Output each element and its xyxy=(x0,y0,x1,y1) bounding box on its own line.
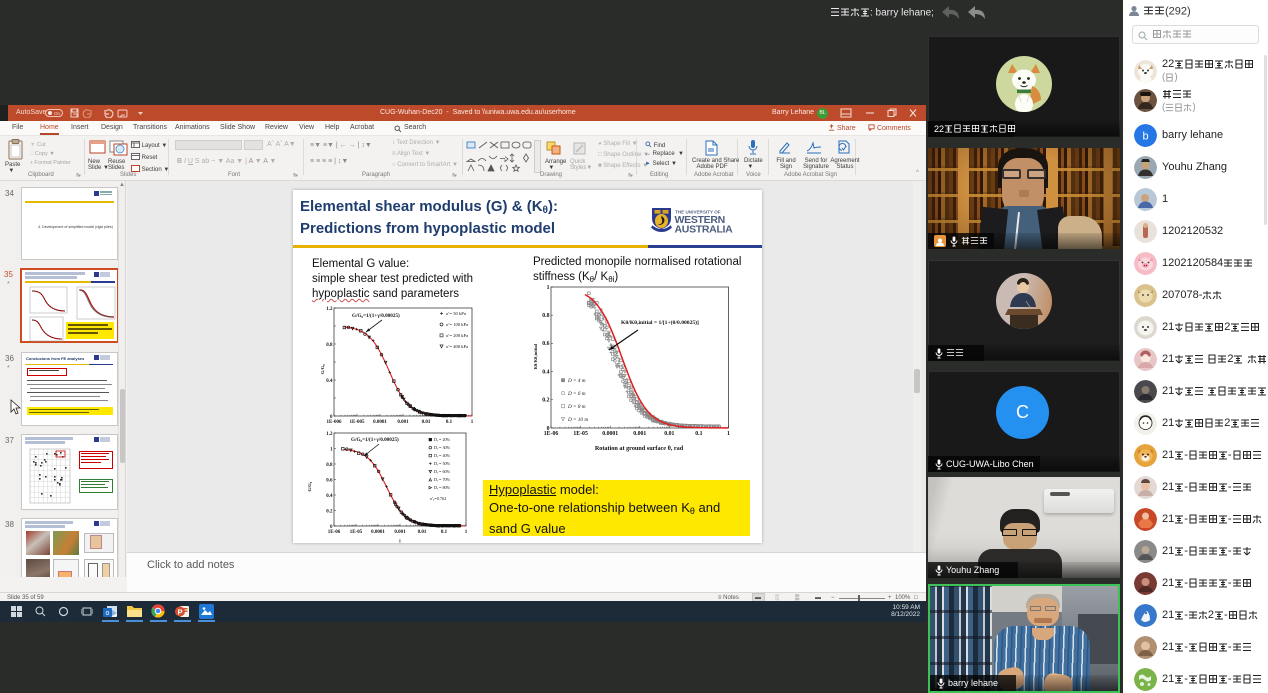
svg-text:Dᵣ = 20%: Dᵣ = 20% xyxy=(434,437,451,442)
svg-text:0.001: 0.001 xyxy=(394,530,406,535)
svg-text:0.8: 0.8 xyxy=(542,313,549,319)
svg-text:0.1: 0.1 xyxy=(446,420,453,425)
svg-text:D = 8 m: D = 8 m xyxy=(567,404,586,410)
svg-text:σ′= 400 kPa: σ′= 400 kPa xyxy=(446,344,468,349)
svg-text:G/G₀: G/G₀ xyxy=(320,364,325,374)
svg-text:0.4: 0.4 xyxy=(326,379,333,384)
svg-text:Dᵣ = 40%: Dᵣ = 40% xyxy=(434,453,451,458)
svg-text:1E-05: 1E-05 xyxy=(573,431,588,437)
svg-text:0.0001: 0.0001 xyxy=(602,431,618,437)
svg-text:0.4: 0.4 xyxy=(542,369,549,375)
svg-text:1: 1 xyxy=(547,285,550,291)
svg-text:0.001: 0.001 xyxy=(633,431,646,437)
svg-text:Dᵣ = 60%: Dᵣ = 60% xyxy=(434,469,451,474)
svg-text:Dᵣ = 70%: Dᵣ = 70% xyxy=(434,477,451,482)
svg-text:D = 4 m: D = 4 m xyxy=(567,377,586,384)
svg-text:0.2: 0.2 xyxy=(542,398,549,404)
svg-text:P: P xyxy=(177,607,182,616)
svg-text:1: 1 xyxy=(330,447,333,452)
svg-text:1E-05: 1E-05 xyxy=(350,530,363,535)
svg-text:0.1: 0.1 xyxy=(441,530,448,535)
svg-text:1E-06: 1E-06 xyxy=(544,431,559,437)
svg-text:σ′ₓ=0.762: σ′ₓ=0.762 xyxy=(430,496,446,501)
svg-text:1E-06: 1E-06 xyxy=(328,530,341,535)
svg-text:σ′= 50 kPa: σ′= 50 kPa xyxy=(446,311,466,316)
svg-text:G/G₀=1/(1+γ/0.00025): G/G₀=1/(1+γ/0.00025) xyxy=(351,436,399,443)
svg-text:1E-005: 1E-005 xyxy=(350,420,366,425)
svg-text:0.0001: 0.0001 xyxy=(371,530,385,535)
svg-text:0.0001: 0.0001 xyxy=(373,420,387,425)
svg-text:b: b xyxy=(1142,130,1148,142)
svg-text:0.6: 0.6 xyxy=(326,478,333,483)
svg-text:D = 10 m: D = 10 m xyxy=(567,417,588,423)
svg-text:σ′= 100 kPa: σ′= 100 kPa xyxy=(446,322,468,327)
svg-text:G/G₀=1/(1+γ/0.00025): G/G₀=1/(1+γ/0.00025) xyxy=(352,312,400,319)
svg-text:0.2: 0.2 xyxy=(326,509,333,514)
svg-text:D = 6 m: D = 6 m xyxy=(567,391,586,397)
svg-text:0.01: 0.01 xyxy=(418,530,427,535)
svg-text:Rotation at ground surface θ,: Rotation at ground surface θ, rad xyxy=(595,445,684,452)
svg-text:1: 1 xyxy=(471,420,474,425)
svg-text:1E-006: 1E-006 xyxy=(327,420,343,425)
svg-text:0.001: 0.001 xyxy=(397,420,409,425)
svg-text:G/G₀: G/G₀ xyxy=(307,481,312,491)
svg-text:0.01: 0.01 xyxy=(664,431,674,437)
svg-text:Dᵣ = 30%: Dᵣ = 30% xyxy=(434,445,451,450)
svg-text:σ′= 200 kPa: σ′= 200 kPa xyxy=(446,333,468,338)
svg-text:1.2: 1.2 xyxy=(326,307,333,312)
svg-text:Kθ/Kθ,initial: Kθ/Kθ,initial xyxy=(533,343,538,369)
svg-text:0.8: 0.8 xyxy=(326,463,333,468)
svg-text:1: 1 xyxy=(727,431,730,437)
svg-text:1.2: 1.2 xyxy=(326,432,333,437)
svg-text:γ: γ xyxy=(399,539,402,544)
svg-text:Dᵣ = 80%: Dᵣ = 80% xyxy=(434,485,451,490)
svg-text:0.6: 0.6 xyxy=(542,341,549,347)
svg-text:AUSTRALIA: AUSTRALIA xyxy=(675,224,734,236)
svg-text:Kθ/Kθ,initial = 1/[1+(θ/0.0002: Kθ/Kθ,initial = 1/[1+(θ/0.00025)] xyxy=(621,319,699,326)
svg-text:1: 1 xyxy=(465,530,468,535)
svg-text:0.1: 0.1 xyxy=(695,431,702,437)
svg-text:o: o xyxy=(106,610,110,617)
svg-text:Dᵣ = 50%: Dᵣ = 50% xyxy=(434,461,451,466)
svg-text:0.4: 0.4 xyxy=(326,494,333,499)
svg-text:0.01: 0.01 xyxy=(422,420,431,425)
svg-text:0.8: 0.8 xyxy=(326,343,333,348)
